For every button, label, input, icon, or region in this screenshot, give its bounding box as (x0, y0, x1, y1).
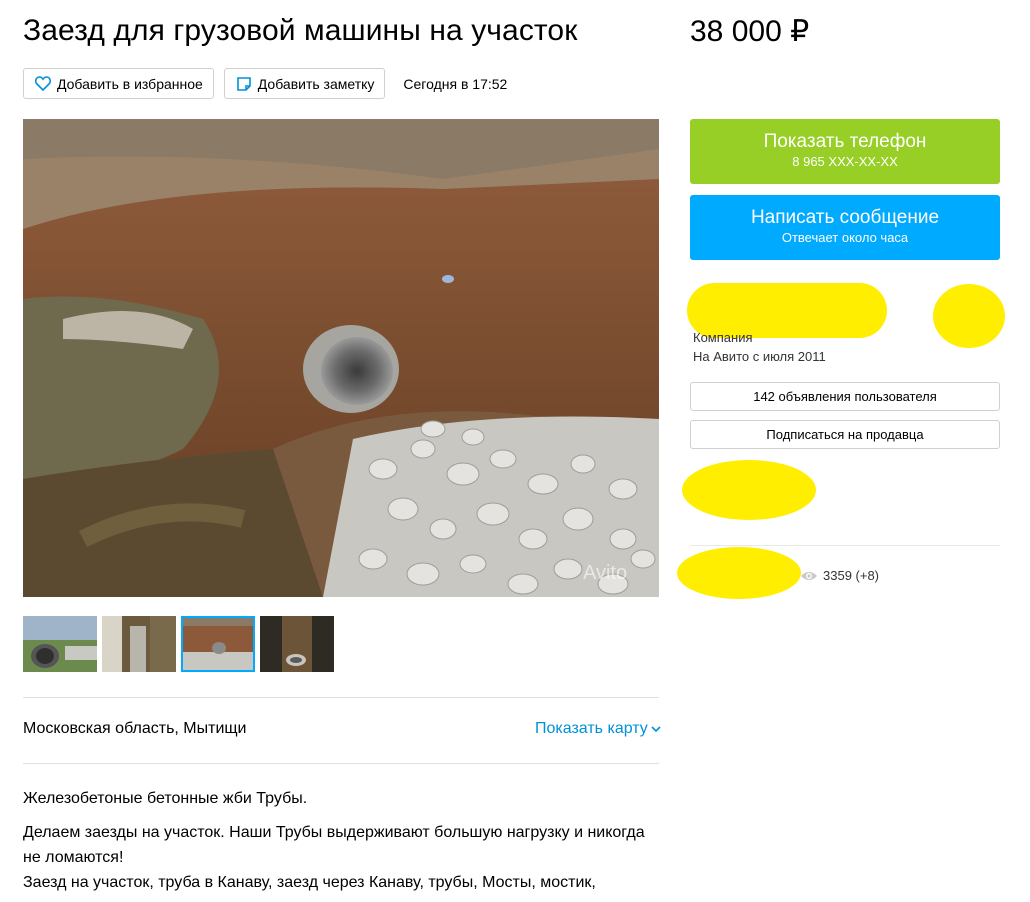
chevron-down-icon (651, 726, 661, 733)
main-photo[interactable]: Avito (23, 119, 659, 597)
subscribe-seller-button[interactable]: Подписаться на продавца (690, 420, 1000, 449)
seller-type: Компания (693, 330, 753, 345)
thumbnail-3[interactable] (181, 616, 255, 672)
photo-thumbnails (23, 616, 334, 672)
thumbnail-2[interactable] (102, 616, 176, 672)
listing-actions: Добавить в избранное Добавить заметку Се… (23, 68, 507, 99)
add-note-button[interactable]: Добавить заметку (223, 68, 386, 99)
publish-date: Сегодня в 17:52 (403, 75, 508, 92)
phone-masked: 8 965 XXX-XX-XX (792, 154, 898, 169)
divider-bottom (23, 763, 659, 764)
add-note-label: Добавить заметку (257, 75, 375, 92)
seller-since: На Авито с июля 2011 (693, 349, 826, 364)
description-paragraph-1: Железобетоные бетонные жби Трубы. (23, 790, 308, 807)
listing-title: Заезд для грузовой машины на участок (23, 14, 578, 47)
add-favorite-label: Добавить в избранное (57, 75, 203, 92)
response-time: Отвечает около часа (781, 230, 909, 245)
add-favorite-button[interactable]: Добавить в избранное (23, 68, 214, 99)
thumbnail-1[interactable] (23, 616, 97, 672)
location-address: Московская область, Мытищи (23, 720, 247, 737)
write-message-label: Написать сообщение (750, 207, 940, 228)
show-map-link[interactable]: Показать карту (535, 720, 661, 738)
description-paragraph-3: Заезд на участок, труба в Канаву, заезд … (23, 874, 596, 891)
eye-icon (801, 571, 817, 580)
redacted-listing-id (677, 547, 801, 599)
note-icon (236, 76, 251, 91)
redacted-rating (682, 460, 816, 520)
show-map-label: Показать карту (535, 720, 648, 737)
write-message-button[interactable]: Написать сообщение Отвечает около часа (690, 195, 1000, 260)
sidebar-divider (690, 545, 1000, 546)
listing-price: 38 000 ₽ (690, 15, 810, 48)
description-paragraph-2: Делаем заезды на участок. Наши Трубы выд… (23, 824, 645, 866)
photo-watermark: Avito (583, 562, 627, 584)
listing-description: Железобетоные бетонные жби Трубы. Делаем… (23, 786, 659, 902)
view-counter: 3359 (+8) (800, 568, 879, 583)
show-phone-button[interactable]: Показать телефон 8 965 XXX-XX-XX (690, 119, 1000, 184)
divider-top (23, 697, 659, 698)
views-count: 3359 (+8) (823, 568, 880, 583)
thumbnail-4[interactable] (260, 616, 334, 672)
redacted-seller-avatar (933, 284, 1005, 348)
seller-listings-button[interactable]: 142 объявления пользователя (690, 382, 1000, 411)
show-phone-label: Показать телефон (763, 131, 927, 152)
main-photo-image: Avito (23, 119, 659, 597)
heart-icon (35, 76, 51, 91)
